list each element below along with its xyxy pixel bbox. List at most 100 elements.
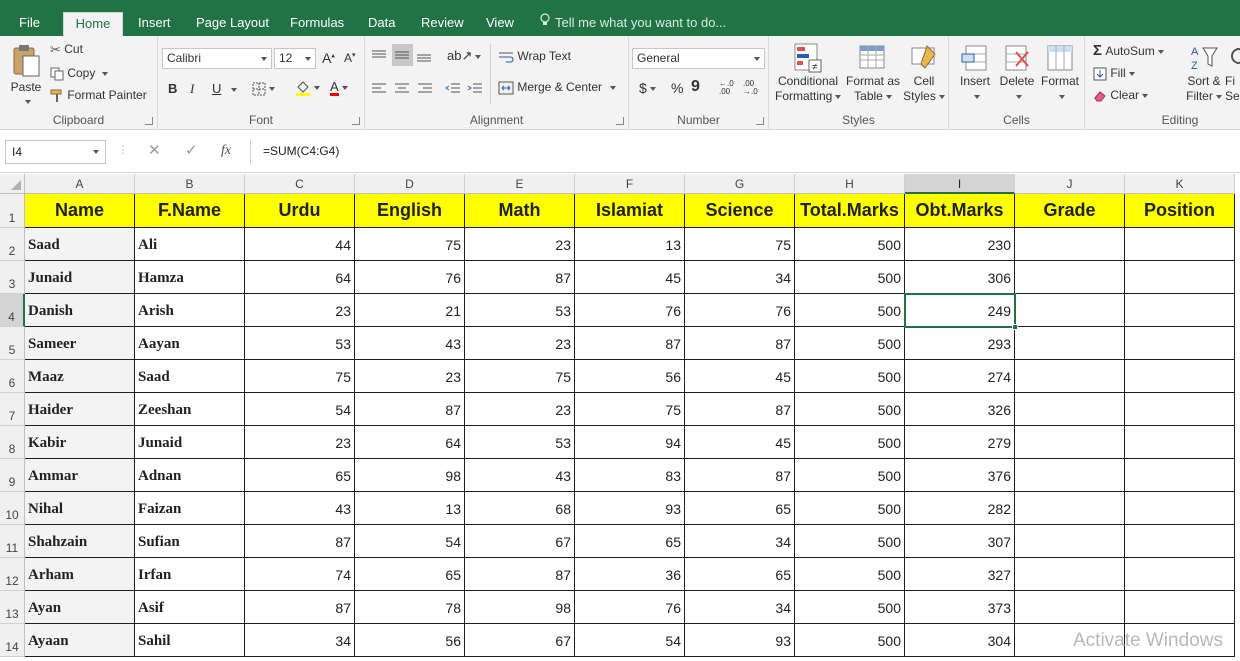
cell-i12[interactable]: 327: [905, 558, 1015, 591]
cell-d2[interactable]: 75: [355, 228, 465, 261]
select-all-corner[interactable]: [0, 174, 25, 194]
cell-b8[interactable]: Junaid: [135, 426, 245, 459]
cell-k7[interactable]: [1125, 393, 1235, 426]
increase-indent-button[interactable]: [467, 80, 483, 94]
cell-f6[interactable]: 56: [575, 360, 685, 393]
cell-c5[interactable]: 53: [245, 327, 355, 360]
cell-a5[interactable]: Sameer: [25, 327, 135, 360]
formula-input[interactable]: =SUM(C4:G4): [250, 140, 1240, 164]
cell-i13[interactable]: 373: [905, 591, 1015, 624]
cell-a9[interactable]: Ammar: [25, 459, 135, 492]
cell-c13[interactable]: 87: [245, 591, 355, 624]
cell-j4[interactable]: [1015, 294, 1125, 327]
fill-color-button[interactable]: [295, 80, 320, 96]
autosum-button[interactable]: Σ AutoSum: [1093, 42, 1164, 59]
cell-e5[interactable]: 23: [465, 327, 575, 360]
cell-f10[interactable]: 93: [575, 492, 685, 525]
cell-g14[interactable]: 93: [685, 624, 795, 657]
column-header-b[interactable]: B: [135, 174, 245, 194]
cell-f12[interactable]: 36: [575, 558, 685, 591]
cell-f13[interactable]: 76: [575, 591, 685, 624]
cell-a13[interactable]: Ayan: [25, 591, 135, 624]
align-middle-button[interactable]: [392, 44, 413, 66]
header-cell-j[interactable]: Grade: [1015, 194, 1125, 228]
cell-f7[interactable]: 75: [575, 393, 685, 426]
row-header-1[interactable]: 1: [0, 194, 25, 228]
paste-button[interactable]: Paste: [8, 44, 44, 108]
cell-c10[interactable]: 43: [245, 492, 355, 525]
tab-insert[interactable]: Insert: [130, 12, 179, 36]
cell-c12[interactable]: 74: [245, 558, 355, 591]
cell-b6[interactable]: Saad: [135, 360, 245, 393]
tab-page-layout[interactable]: Page Layout: [188, 12, 277, 36]
cell-d14[interactable]: 56: [355, 624, 465, 657]
cell-h4[interactable]: 500: [795, 294, 905, 327]
cell-b11[interactable]: Sufian: [135, 525, 245, 558]
header-cell-d[interactable]: English: [355, 194, 465, 228]
clipboard-launcher-icon[interactable]: [145, 117, 153, 125]
cell-d3[interactable]: 76: [355, 261, 465, 294]
cell-k8[interactable]: [1125, 426, 1235, 459]
cell-h12[interactable]: 500: [795, 558, 905, 591]
cell-g11[interactable]: 34: [685, 525, 795, 558]
format-painter-button[interactable]: Format Painter: [50, 88, 147, 103]
cell-k12[interactable]: [1125, 558, 1235, 591]
cell-c4[interactable]: 23: [245, 294, 355, 327]
header-cell-f[interactable]: Islamiat: [575, 194, 685, 228]
cell-i6[interactable]: 274: [905, 360, 1015, 393]
cell-f11[interactable]: 65: [575, 525, 685, 558]
cell-j2[interactable]: [1015, 228, 1125, 261]
number-launcher-icon[interactable]: [756, 117, 764, 125]
header-cell-c[interactable]: Urdu: [245, 194, 355, 228]
header-cell-k[interactable]: Position: [1125, 194, 1235, 228]
cell-i3[interactable]: 306: [905, 261, 1015, 294]
cell-h13[interactable]: 500: [795, 591, 905, 624]
tab-home[interactable]: Home: [63, 12, 123, 36]
cell-b2[interactable]: Ali: [135, 228, 245, 261]
column-header-g[interactable]: G: [685, 174, 795, 194]
number-format-combo[interactable]: General: [632, 48, 765, 69]
tab-data[interactable]: Data: [360, 12, 403, 36]
more-options-icon[interactable]: ⋮: [118, 143, 128, 159]
enter-check-icon[interactable]: ✓: [185, 143, 198, 159]
cell-k11[interactable]: [1125, 525, 1235, 558]
cell-f4[interactable]: 76: [575, 294, 685, 327]
cell-h9[interactable]: 500: [795, 459, 905, 492]
cell-k13[interactable]: [1125, 591, 1235, 624]
cell-a4[interactable]: Danish: [25, 294, 135, 327]
column-header-d[interactable]: D: [355, 174, 465, 194]
cell-k9[interactable]: [1125, 459, 1235, 492]
format-cells-button[interactable]: Format: [1039, 42, 1081, 104]
cell-i10[interactable]: 282: [905, 492, 1015, 525]
currency-button[interactable]: $: [639, 80, 656, 96]
cell-h10[interactable]: 500: [795, 492, 905, 525]
cell-j5[interactable]: [1015, 327, 1125, 360]
cell-i9[interactable]: 376: [905, 459, 1015, 492]
tell-me-search[interactable]: Tell me what you want to do...: [540, 12, 726, 36]
column-header-c[interactable]: C: [245, 174, 355, 194]
cell-k4[interactable]: [1125, 294, 1235, 327]
increase-decimal-button[interactable]: ←.0.00: [719, 80, 734, 96]
borders-button[interactable]: [252, 81, 275, 96]
format-as-table-button[interactable]: Format as Table: [845, 42, 901, 104]
column-header-i[interactable]: I: [905, 174, 1015, 194]
cell-b14[interactable]: Sahil: [135, 624, 245, 657]
cancel-icon[interactable]: ✕: [148, 143, 161, 159]
cell-e4[interactable]: 53: [465, 294, 575, 327]
cell-h11[interactable]: 500: [795, 525, 905, 558]
cell-g3[interactable]: 34: [685, 261, 795, 294]
decrease-indent-button[interactable]: [445, 80, 461, 94]
cell-e11[interactable]: 67: [465, 525, 575, 558]
cell-c3[interactable]: 64: [245, 261, 355, 294]
font-color-button[interactable]: A: [330, 80, 348, 96]
cell-g12[interactable]: 65: [685, 558, 795, 591]
cell-h6[interactable]: 500: [795, 360, 905, 393]
cell-c8[interactable]: 23: [245, 426, 355, 459]
cell-i5[interactable]: 293: [905, 327, 1015, 360]
underline-button[interactable]: U: [212, 81, 221, 96]
cell-a3[interactable]: Junaid: [25, 261, 135, 294]
cell-i2[interactable]: 230: [905, 228, 1015, 261]
cell-j13[interactable]: [1015, 591, 1125, 624]
percent-button[interactable]: %: [671, 80, 683, 96]
row-header-11[interactable]: 11: [0, 525, 25, 558]
